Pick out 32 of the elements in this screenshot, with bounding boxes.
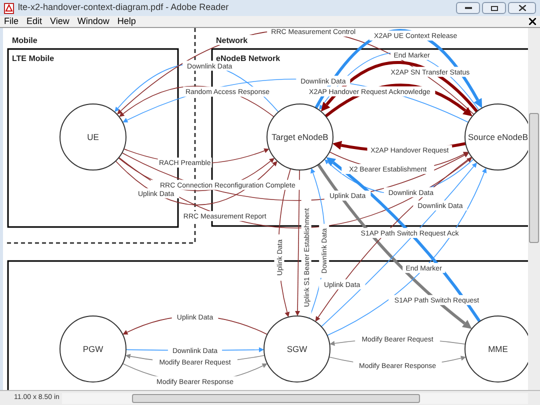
node-circle [266,104,334,170]
node-label: MME [488,344,508,354]
lane-label: eNodeB Network [216,54,280,63]
menu-item[interactable]: Window [77,14,110,28]
node-circle [60,316,126,382]
window-title: lte-x2-handover-context-diagram.pdf - Adobe Reader [18,1,229,14]
menu-item[interactable]: Edit [26,14,42,28]
node-label: Source eNodeB [468,132,528,142]
minimize-button[interactable] [456,2,480,14]
vertical-scrollbar[interactable] [528,28,540,390]
minimize-icon [464,7,472,9]
node-label: Target eNodeB [272,132,328,142]
pdf-file-icon [4,2,14,14]
horizontal-scrollbar[interactable] [62,392,528,404]
group-label: Network [216,36,248,45]
scrollbar-thumb[interactable] [529,113,539,243]
restore-button[interactable] [482,2,506,14]
node-circle [60,104,126,170]
restore-icon [490,6,498,10]
close-button[interactable] [508,2,536,14]
node-label: UE [87,132,99,142]
node-label: PGW [82,344,104,354]
close-icon[interactable] [529,18,536,25]
scrollbar-thumb[interactable] [132,394,420,402]
group-label: Mobile [12,36,38,45]
menu-item[interactable]: File [4,14,19,28]
node-circle [264,316,330,382]
node-label: SGW [286,344,308,354]
lane-label: LTE Mobile [12,54,54,63]
menu-item[interactable]: Help [117,14,136,28]
menu-item[interactable]: View [50,14,70,28]
close-icon [518,5,526,11]
